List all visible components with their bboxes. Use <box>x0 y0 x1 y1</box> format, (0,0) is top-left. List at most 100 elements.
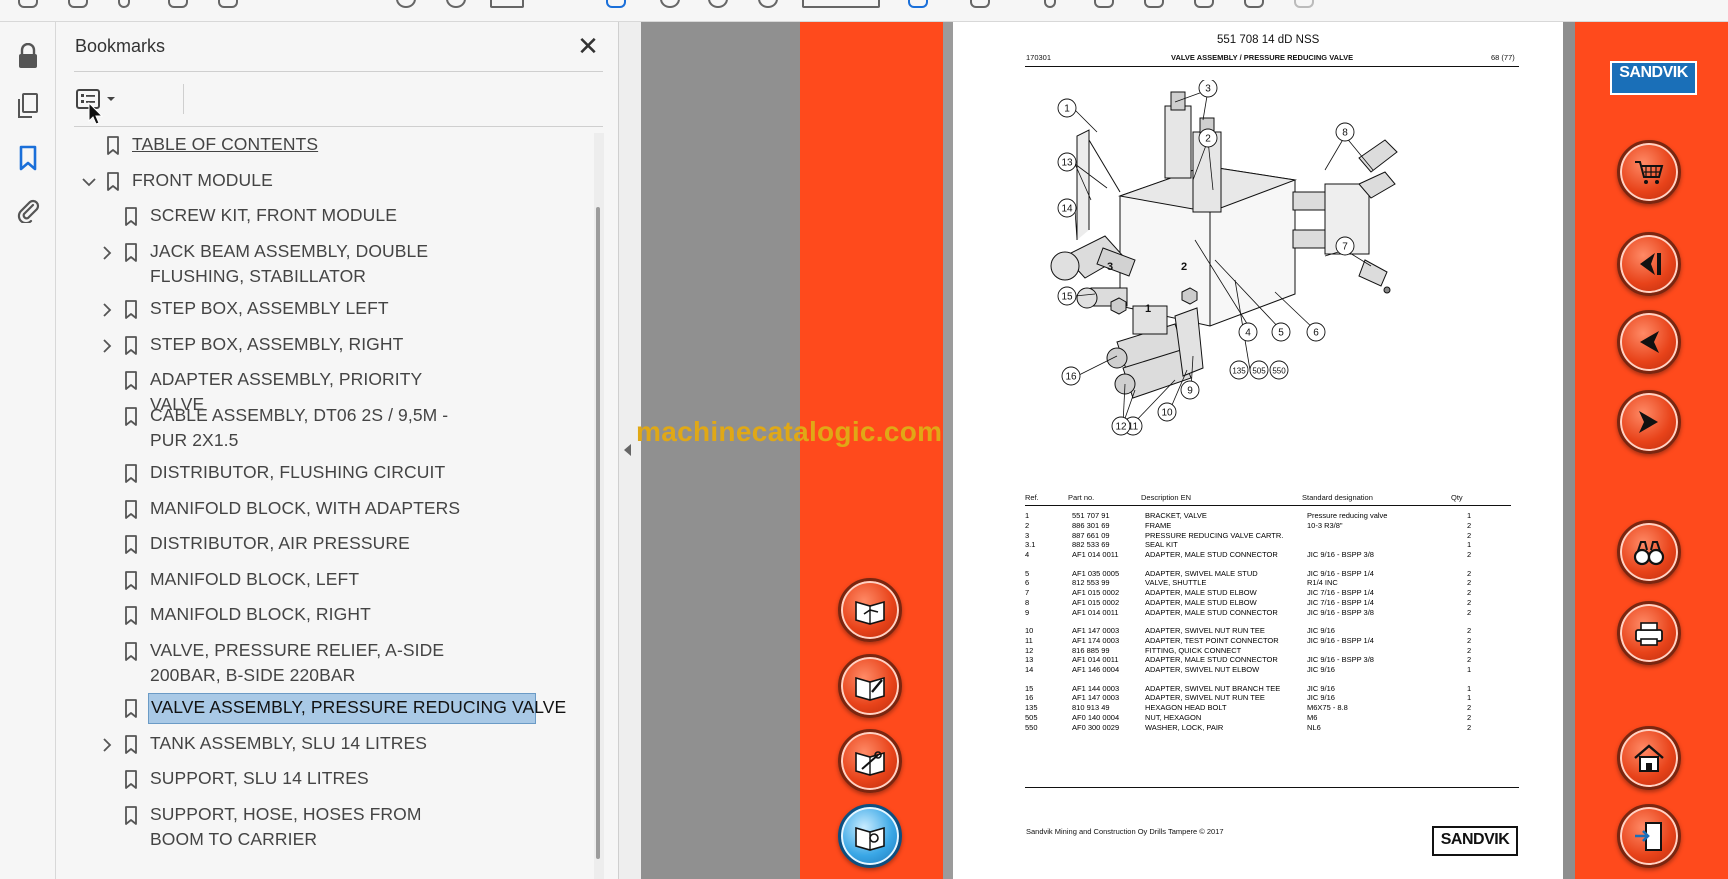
bookmark-flag-icon <box>125 641 137 661</box>
chevron-right-icon[interactable] <box>99 338 115 354</box>
toolbar-icon[interactable] <box>218 0 238 8</box>
table-cell-desc: ADAPTER, SWIVEL NUT ELBOW <box>1145 665 1260 675</box>
chevron-right-icon[interactable] <box>99 737 115 753</box>
toolbar-icon[interactable] <box>970 0 990 8</box>
table-cell-desc: ADAPTER, TEST POINT CONNECTOR <box>1145 635 1279 645</box>
table-cell-ref: 2 <box>1025 520 1030 530</box>
bookmark-label[interactable]: SUPPORT, SLU 14 LITRES <box>150 766 480 791</box>
toolbar-icon[interactable] <box>1244 0 1264 8</box>
toolbar-icon[interactable] <box>168 0 188 8</box>
toolbar-icon[interactable] <box>758 0 778 8</box>
previous-page-button[interactable] <box>1617 310 1681 374</box>
table-cell-ref: 5 <box>1025 568 1030 578</box>
bookmark-label[interactable]: MANIFOLD BLOCK, LEFT <box>150 567 480 592</box>
bookmark-label[interactable]: VALVE, PRESSURE RELIEF, A-SIDE 200BAR, B… <box>150 638 480 688</box>
bookmark-label[interactable]: STEP BOX, ASSEMBLY, RIGHT <box>150 332 480 357</box>
toolbar-icon[interactable] <box>660 0 680 8</box>
toolbar-icon[interactable] <box>396 0 416 8</box>
table-row: 550 AF0 300 0029 WASHER, LOCK, PAIR NL6 2 <box>1025 723 1511 733</box>
book-search-button[interactable] <box>838 804 902 868</box>
table-cell-qty: 1 <box>1467 540 1472 550</box>
exit-button[interactable] <box>1617 804 1681 868</box>
table-cell-std: Pressure reducing valve <box>1307 511 1388 520</box>
chevron-right-icon[interactable] <box>99 302 115 318</box>
table-cell-std: JIC 9/16 - BSPP 1/4 <box>1307 635 1374 645</box>
mouse-cursor-icon <box>88 102 104 125</box>
tool-book-button[interactable] <box>838 729 902 793</box>
block-label: 3 <box>1107 261 1113 273</box>
table-cell-part: AF1 014 0011 <box>1072 607 1119 617</box>
table-header-ref: Ref. <box>1025 493 1039 502</box>
top-toolbar <box>0 0 1728 22</box>
chevron-right-icon[interactable] <box>99 245 115 261</box>
table-cell-std: 10-3 R3/8" <box>1307 520 1343 530</box>
search-binoculars-button[interactable] <box>1617 520 1681 584</box>
chevron-down-icon[interactable] <box>81 174 97 190</box>
page-number-field[interactable] <box>490 0 524 8</box>
bookmark-label[interactable]: TANK ASSEMBLY, SLU 14 LITRES <box>150 731 480 756</box>
edit-book-button[interactable] <box>838 654 902 718</box>
toolbar-icon[interactable] <box>908 0 928 8</box>
toolbar-icon[interactable] <box>606 0 626 8</box>
table-cell-desc: SEAL KIT <box>1145 540 1178 550</box>
toolbar-icon[interactable] <box>1094 0 1114 8</box>
bookmark-label[interactable]: DISTRIBUTOR, AIR PRESSURE <box>150 531 480 556</box>
lock-icon[interactable] <box>12 40 44 72</box>
watermark-text: machinecatalogic.com <box>636 416 943 447</box>
pages-icon[interactable] <box>12 90 44 122</box>
table-cell-std: JIC 9/16 <box>1307 626 1335 635</box>
toolbar-icon[interactable] <box>18 0 38 8</box>
table-cell-ref: 12 <box>1025 645 1034 655</box>
bookmark-icon[interactable] <box>12 142 44 174</box>
toolbar-icon[interactable] <box>708 0 728 8</box>
table-cell-ref: 16 <box>1025 693 1034 703</box>
bookmark-label[interactable]: STEP BOX, ASSEMBLY LEFT <box>150 296 480 321</box>
toolbar-icon[interactable] <box>68 0 88 8</box>
table-cell-qty: 1 <box>1467 511 1472 520</box>
bookmark-flag-icon <box>125 734 137 754</box>
table-cell-part: AF1 147 0003 <box>1072 626 1120 635</box>
next-page-button[interactable] <box>1617 390 1681 454</box>
close-icon[interactable]: ✕ <box>573 32 603 62</box>
home-button[interactable] <box>1617 726 1681 790</box>
table-row: 7 AF1 015 0002 ADAPTER, MALE STUD ELBOW JIC… <box>1025 588 1511 598</box>
toolbar-icon[interactable] <box>118 0 130 8</box>
toolbar-icon[interactable] <box>1044 0 1056 8</box>
table-row: 3.1 882 533 69 SEAL KIT 1 <box>1025 540 1511 550</box>
bookmark-flag-icon <box>125 207 137 226</box>
bookmark-label[interactable]: SUPPORT, HOSE, HOSES FROM BOOM TO CARRIE… <box>150 802 480 852</box>
bookmark-label[interactable]: TABLE OF CONTENTS <box>132 132 462 157</box>
bookmark-label[interactable]: MANIFOLD BLOCK, RIGHT <box>150 602 480 627</box>
toolbar-icon[interactable] <box>446 0 466 8</box>
table-cell-ref: 13 <box>1025 655 1034 665</box>
bookmark-label[interactable]: SCREW KIT, FRONT MODULE <box>150 203 480 228</box>
first-page-button[interactable] <box>1617 232 1681 296</box>
zoom-field[interactable] <box>802 0 880 8</box>
bookmark-label[interactable]: FRONT MODULE <box>132 168 462 193</box>
bookmark-label[interactable]: CABLE ASSEMBLY, DT06 2S / 9,5M - PUR 2X1… <box>150 403 480 453</box>
table-cell-desc: HEXAGON HEAD BOLT <box>1145 703 1227 713</box>
bookmark-label[interactable]: VALVE ASSEMBLY, PRESSURE REDUCING VALVE <box>148 693 566 724</box>
toolbar-icon[interactable] <box>1294 0 1314 8</box>
table-cell-qty: 2 <box>1467 578 1472 588</box>
toolbar-icon[interactable] <box>1144 0 1164 8</box>
bookmark-label[interactable]: DISTRIBUTOR, FLUSHING CIRCUIT <box>150 460 480 485</box>
table-cell-qty: 2 <box>1467 550 1472 560</box>
collapse-arrow-icon[interactable] <box>624 444 631 456</box>
table-row: 12 816 885 99 FITTING, QUICK CONNECT 2 <box>1025 646 1511 656</box>
toolbar-icon[interactable] <box>1194 0 1214 8</box>
divider <box>74 71 603 72</box>
table-cell-part: 887 661 09 <box>1072 530 1110 540</box>
hand-book-button[interactable] <box>838 578 902 642</box>
print-button[interactable] <box>1617 601 1681 665</box>
bookmark-label[interactable]: MANIFOLD BLOCK, WITH ADAPTERS <box>150 496 480 521</box>
attachment-icon[interactable] <box>12 194 44 226</box>
callout-number: 8 <box>1342 128 1348 139</box>
cart-button[interactable] <box>1617 140 1681 204</box>
bookmark-flag-icon <box>125 606 137 625</box>
bookmark-label[interactable]: JACK BEAM ASSEMBLY, DOUBLE FLUSHING, STA… <box>150 239 480 289</box>
table-cell-ref: 505 <box>1025 712 1038 722</box>
bookmark-list: TABLE OF CONTENTS FRONT MODULE SCREW KIT, … <box>74 132 648 879</box>
table-cell-qty: 1 <box>1467 693 1472 703</box>
table-cell-qty: 2 <box>1467 635 1472 645</box>
